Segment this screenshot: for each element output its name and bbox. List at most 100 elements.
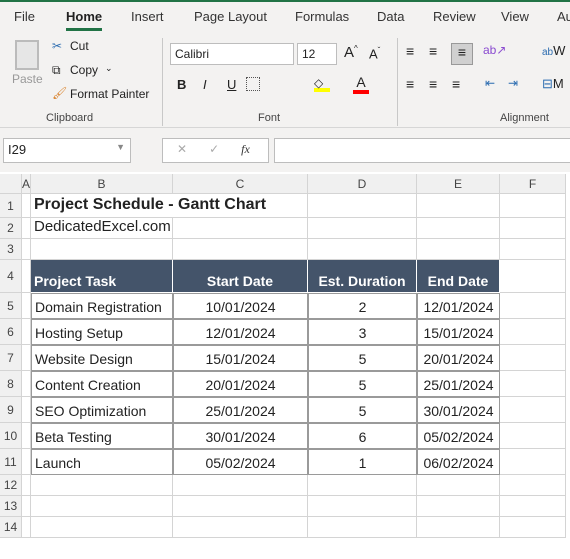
decrease-font-icon[interactable]: Aˇ: [369, 46, 380, 61]
table-cell[interactable]: Domain Registration: [31, 293, 173, 319]
empty-cell[interactable]: [308, 517, 417, 538]
table-cell[interactable]: Launch: [31, 449, 173, 475]
table-cell[interactable]: 3: [308, 319, 417, 345]
empty-cell[interactable]: [500, 260, 566, 293]
formula-input[interactable]: [274, 138, 570, 163]
empty-cell[interactable]: [31, 475, 173, 496]
column-header-C[interactable]: C: [173, 174, 308, 194]
italic-button[interactable]: I: [203, 77, 207, 92]
borders-icon[interactable]: [246, 77, 260, 91]
row-header-12[interactable]: 12: [0, 475, 22, 496]
empty-cell[interactable]: [173, 194, 308, 218]
row-header-4[interactable]: 4: [0, 260, 22, 293]
table-cell[interactable]: 06/02/2024: [417, 449, 500, 475]
tab-automate[interactable]: Au: [557, 9, 570, 24]
tab-page-layout[interactable]: Page Layout: [194, 9, 267, 24]
wrap-text-button[interactable]: abW: [542, 43, 565, 58]
empty-cell[interactable]: [500, 517, 566, 538]
table-cell[interactable]: Content Creation: [31, 371, 173, 397]
table-cell[interactable]: 15/01/2024: [417, 319, 500, 345]
table-cell[interactable]: 1: [308, 449, 417, 475]
cancel-icon[interactable]: ✕: [177, 142, 187, 156]
empty-cell[interactable]: [22, 345, 31, 371]
tab-review[interactable]: Review: [433, 9, 476, 24]
table-cell[interactable]: 25/01/2024: [173, 397, 308, 423]
table-cell[interactable]: SEO Optimization: [31, 397, 173, 423]
table-cell[interactable]: 5: [308, 371, 417, 397]
enter-icon[interactable]: ✓: [209, 142, 219, 156]
empty-cell[interactable]: [500, 293, 566, 319]
empty-cell[interactable]: [500, 423, 566, 449]
copy-dropdown-icon[interactable]: ⌄: [105, 63, 113, 74]
cut-button[interactable]: Cut: [70, 39, 89, 53]
table-cell[interactable]: 20/01/2024: [417, 345, 500, 371]
empty-cell[interactable]: [31, 496, 173, 517]
row-header-2[interactable]: 2: [0, 218, 22, 239]
table-cell[interactable]: Beta Testing: [31, 423, 173, 449]
tab-home[interactable]: Home: [66, 9, 103, 31]
empty-cell[interactable]: [417, 239, 500, 260]
column-header-A[interactable]: A: [22, 174, 31, 194]
row-header-6[interactable]: 6: [0, 319, 22, 345]
table-header-cell[interactable]: Start Date: [173, 260, 308, 293]
row-header-11[interactable]: 11: [0, 449, 22, 475]
column-header-F[interactable]: F: [500, 174, 566, 194]
table-cell[interactable]: 5: [308, 345, 417, 371]
cell-B1[interactable]: Project Schedule - Gantt Chart: [31, 194, 266, 218]
table-header-cell[interactable]: End Date: [417, 260, 500, 293]
column-header-B[interactable]: B: [31, 174, 173, 194]
empty-cell[interactable]: [500, 371, 566, 397]
merge-button[interactable]: ⊟M: [542, 76, 564, 92]
paste-icon[interactable]: [15, 40, 39, 70]
tab-data[interactable]: Data: [377, 9, 404, 24]
empty-cell[interactable]: [308, 475, 417, 496]
copy-button[interactable]: Copy: [70, 63, 98, 77]
empty-cell[interactable]: [22, 449, 31, 475]
table-cell[interactable]: Hosting Setup: [31, 319, 173, 345]
orientation-icon[interactable]: ab↗: [483, 43, 506, 57]
align-left-icon[interactable]: ≡: [406, 76, 414, 92]
fx-button[interactable]: fx: [241, 142, 250, 156]
bottom-align-icon[interactable]: ≡: [451, 43, 473, 65]
column-header-E[interactable]: E: [417, 174, 500, 194]
empty-cell[interactable]: [173, 239, 308, 260]
empty-cell[interactable]: [308, 496, 417, 517]
row-header-8[interactable]: 8: [0, 371, 22, 397]
middle-align-icon[interactable]: ≡: [429, 43, 437, 59]
row-header-10[interactable]: 10: [0, 423, 22, 449]
font-name-select[interactable]: Calibri: [170, 43, 294, 65]
table-header-cell[interactable]: Project Task: [31, 260, 173, 293]
empty-cell[interactable]: [173, 475, 308, 496]
empty-cell[interactable]: [22, 475, 31, 496]
row-header-7[interactable]: 7: [0, 345, 22, 371]
table-cell[interactable]: 20/01/2024: [173, 371, 308, 397]
underline-button[interactable]: U: [227, 77, 236, 92]
table-cell[interactable]: 30/01/2024: [173, 423, 308, 449]
empty-cell[interactable]: [417, 218, 500, 239]
empty-cell[interactable]: [22, 218, 31, 239]
table-cell[interactable]: 10/01/2024: [173, 293, 308, 319]
align-center-icon[interactable]: ≡: [429, 76, 437, 92]
empty-cell[interactable]: [500, 496, 566, 517]
empty-cell[interactable]: [22, 397, 31, 423]
empty-cell[interactable]: [22, 239, 31, 260]
table-header-cell[interactable]: Est. Duration: [308, 260, 417, 293]
empty-cell[interactable]: [500, 475, 566, 496]
increase-font-icon[interactable]: A^: [344, 44, 358, 61]
table-cell[interactable]: Website Design: [31, 345, 173, 371]
table-cell[interactable]: 12/01/2024: [417, 293, 500, 319]
empty-cell[interactable]: [417, 517, 500, 538]
empty-cell[interactable]: [22, 260, 31, 293]
empty-cell[interactable]: [500, 449, 566, 475]
empty-cell[interactable]: [22, 371, 31, 397]
empty-cell[interactable]: [417, 496, 500, 517]
empty-cell[interactable]: [173, 517, 308, 538]
tab-file[interactable]: File: [14, 9, 35, 24]
tab-formulas[interactable]: Formulas: [295, 9, 349, 24]
empty-cell[interactable]: [308, 239, 417, 260]
increase-indent-icon[interactable]: ⇥: [508, 76, 518, 90]
empty-cell[interactable]: [22, 496, 31, 517]
empty-cell[interactable]: [22, 423, 31, 449]
table-cell[interactable]: 5: [308, 397, 417, 423]
empty-cell[interactable]: [173, 218, 308, 239]
